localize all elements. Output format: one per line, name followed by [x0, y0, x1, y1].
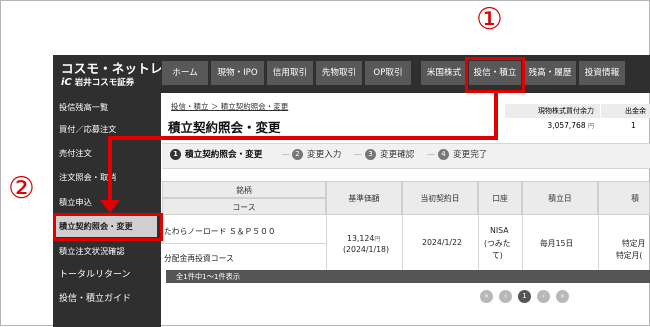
tab-sakimono[interactable]: 先物取引 [316, 61, 362, 85]
step-3: 3 変更確認 [365, 148, 414, 160]
buying-power-summary: 現物株式買付余力 出金余 3,057,768 円 1 [505, 104, 650, 140]
tab-home[interactable]: ホーム [162, 61, 208, 85]
header-course: コース [162, 198, 326, 215]
sidebar-item-total-return[interactable]: トータルリターン [53, 264, 157, 286]
step-number-3: 3 [365, 148, 376, 160]
arrow-line-horizontal [108, 136, 498, 140]
col-divider [522, 215, 523, 270]
cell-tsumitate-day: 毎月15日 [540, 239, 574, 248]
step-number-4: 4 [438, 148, 449, 160]
pager-first-icon[interactable]: « [480, 290, 493, 303]
highlight-box-tab [465, 57, 525, 93]
step-separator: — [282, 150, 290, 159]
brand-logo[interactable]: コスモ・ネットレ iC 岩井コスモ証券 [58, 57, 162, 93]
logo-subtitle: iC 岩井コスモ証券 [61, 76, 134, 88]
header-start-date: 当初契約日 [402, 181, 478, 215]
page-title: 積立契約照会・変更 [168, 120, 281, 135]
col-divider [478, 215, 479, 270]
row-divider [162, 243, 326, 244]
sidebar-item-guide[interactable]: 投信・積立ガイド [53, 288, 157, 310]
cell-fund-name[interactable]: たわらノーロード Ｓ＆Ｐ５００ [164, 226, 276, 237]
base-price-value: 13,124 [347, 234, 375, 243]
step-label-4: 変更完了 [453, 150, 488, 160]
highlight-box-sidebar [53, 213, 163, 241]
step-2: 2 変更入力 [292, 148, 341, 160]
cell-base-price: 13,124円 [347, 234, 380, 243]
header-account: 口座 [478, 181, 522, 215]
buying-power-label: 現物株式買付余力 [505, 104, 600, 118]
tab-toushi-joho[interactable]: 投資情報 [579, 61, 625, 85]
arrow-line-vertical [494, 93, 498, 139]
col-divider [402, 215, 403, 270]
tab-op[interactable]: OP取引 [365, 61, 411, 85]
step-number-1: 1 [170, 148, 181, 160]
sidebar-item-order-inquiry[interactable]: 注文照会・取消 [53, 166, 157, 188]
cell-last-line2: 特定月( [616, 251, 643, 260]
arrow-line-down [108, 136, 112, 202]
buying-power-amount: 3,057,768 [547, 121, 586, 130]
result-count: 全1件中1〜1件表示 [166, 270, 650, 283]
tab-genbutsu-ipo[interactable]: 現物・IPO [211, 61, 264, 85]
arrow-head-icon [100, 200, 120, 213]
logo-title: コスモ・ネットレ [61, 61, 163, 76]
cell-course: 分配金再投資コース [164, 254, 234, 263]
cell-account-line2: (つみた [484, 239, 511, 248]
step-1: 1 積立契約照会・変更 [170, 148, 262, 160]
header-tsumitate-day: 積立日 [522, 181, 598, 215]
col-divider [598, 215, 599, 270]
logo-mark-icon: iC [61, 77, 72, 88]
annotation-number-1: ① [476, 2, 503, 37]
step-separator: — [427, 150, 435, 159]
sidebar-item-sell-order[interactable]: 売付注文 [53, 142, 157, 164]
pager-last-icon[interactable]: » [556, 290, 569, 303]
header-base-price: 基準価額 [326, 181, 402, 215]
cell-account-line1: NISA [490, 226, 509, 235]
base-price-unit: 円 [374, 236, 381, 243]
cell-account-line3: て) [492, 251, 503, 260]
tab-us-stocks[interactable]: 米国株式 [421, 61, 467, 85]
sidebar-item-order-status[interactable]: 積立注文状況確認 [53, 240, 157, 262]
logo-company: 岩井コスモ証券 [74, 78, 135, 88]
step-label-2: 変更入力 [307, 150, 342, 160]
pager-current-page[interactable]: 1 [518, 290, 531, 303]
header-fund: 銘柄 [162, 181, 326, 198]
step-4: 4 変更完了 [438, 148, 487, 160]
breadcrumb[interactable]: 投信・積立 ＞ 積立契約照会・変更 [171, 101, 288, 112]
withdrawal-value: 1 [631, 121, 636, 130]
sidebar-item-holdings[interactable]: 投信残高一覧 [53, 96, 157, 118]
step-number-2: 2 [292, 148, 303, 160]
cell-start-date: 2024/1/22 [422, 238, 462, 247]
tab-shinyo[interactable]: 信用取引 [267, 61, 313, 85]
col-divider [326, 215, 327, 270]
annotation-number-2: ② [8, 171, 35, 206]
step-separator: — [354, 150, 362, 159]
header-last-col: 積 [598, 181, 650, 215]
buying-power-unit: 円 [587, 123, 594, 130]
step-label-3: 変更確認 [380, 150, 415, 160]
buying-power-value: 3,057,768 円 [505, 121, 600, 130]
pager-prev-icon[interactable]: ‹ [499, 290, 512, 303]
tab-zandaka-rireki[interactable]: 残高・履歴 [524, 61, 576, 85]
step-label-1: 積立契約照会・変更 [185, 150, 263, 160]
cell-base-price-date: (2024/1/18) [343, 245, 390, 254]
withdrawal-label: 出金余 [601, 104, 650, 118]
pager-next-icon[interactable]: › [537, 290, 550, 303]
cell-last-line1: 特定月 [622, 239, 646, 248]
